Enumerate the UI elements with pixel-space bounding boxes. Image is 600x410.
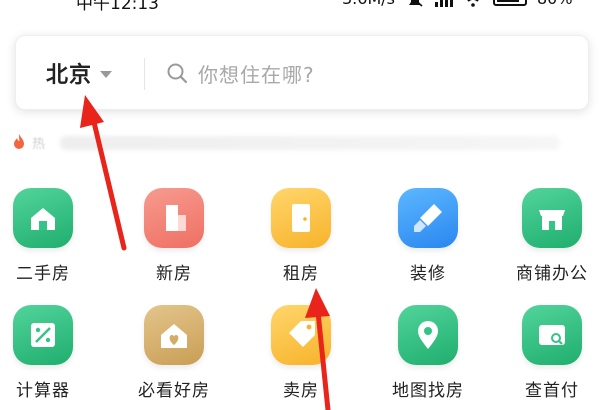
grid-item-second-hand[interactable]: 二手房 [0, 188, 98, 288]
calculator-icon [13, 305, 73, 365]
paint-brush-icon [398, 188, 458, 248]
grid-item-label: 必看好房 [138, 381, 210, 401]
grid-item-label: 地图找房 [392, 381, 464, 401]
grid-item-label: 二手房 [16, 264, 70, 284]
grid-item-must-see[interactable]: 必看好房 [119, 305, 229, 405]
building-icon [144, 188, 204, 248]
feature-grid: 二手房 新房 租房 装修 商铺办公 计算器 必看好房 卖房 地图找房 查首付 [0, 0, 600, 410]
grid-item-label: 计算器 [16, 381, 70, 401]
shop-icon [522, 188, 582, 248]
grid-item-map-search[interactable]: 地图找房 [373, 305, 483, 405]
wallet-search-icon [522, 305, 582, 365]
map-pin-icon [398, 305, 458, 365]
grid-item-label: 装修 [410, 264, 446, 284]
grid-item-new-home[interactable]: 新房 [119, 188, 229, 288]
grid-item-sell[interactable]: 卖房 [246, 305, 356, 405]
grid-item-rent[interactable]: 租房 [246, 188, 356, 288]
house-heart-icon [144, 305, 204, 365]
grid-item-decoration[interactable]: 装修 [373, 188, 483, 288]
grid-item-label: 卖房 [283, 381, 319, 401]
house-icon [13, 188, 73, 248]
grid-item-label: 商铺办公 [516, 264, 588, 284]
grid-item-calculator[interactable]: 计算器 [0, 305, 98, 405]
grid-item-label: 查首付 [525, 381, 579, 401]
price-tag-icon [271, 305, 331, 365]
door-icon [271, 188, 331, 248]
grid-item-down-payment[interactable]: 查首付 [497, 305, 600, 405]
grid-item-commercial[interactable]: 商铺办公 [497, 188, 600, 288]
grid-item-label: 租房 [283, 264, 319, 284]
grid-item-label: 新房 [156, 264, 192, 284]
